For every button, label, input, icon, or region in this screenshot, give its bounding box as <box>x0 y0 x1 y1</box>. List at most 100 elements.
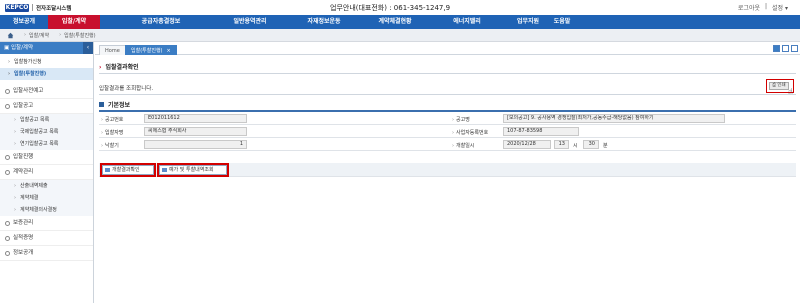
form-row: › 낙찰기 1 › 개찰일시 2020/12/28 13 시 30 분 <box>99 138 796 151</box>
sidebar-child-delayed-notice[interactable]: › 연기입찰공고 목록 <box>0 138 93 150</box>
sidebar-group-label: 보증관리 <box>13 220 34 226</box>
sidebar-title-icon: ▣ <box>4 45 11 51</box>
hour-unit: 시 <box>573 143 578 149</box>
sidebar-group-label: 정보공개 <box>13 250 34 256</box>
tab-home[interactable]: Home <box>99 45 126 55</box>
main-nav: 정보공개 입찰/계약 공급자총결정보 일반용역관리 자재정보운동 계약체결현황 … <box>0 15 800 29</box>
bullet-icon: › <box>8 59 10 65</box>
open-date-field: 2020/12/28 <box>503 140 551 149</box>
nav-item-help[interactable]: 도움말 <box>542 15 582 29</box>
nav-item-info[interactable]: 정보공개 <box>0 15 48 29</box>
sidebar-child-label: 산출내역제출 <box>20 183 48 189</box>
breadcrumb-separator-icon: › <box>24 32 26 38</box>
action-bar: 개찰결과확인 예가 및 투찰내역조회 <box>99 163 796 177</box>
close-icon[interactable]: × <box>167 48 171 54</box>
sidebar-child-contract-decision[interactable]: › 계약체결의사결정 <box>0 204 93 216</box>
sidebar-group-label: 입찰사전예고 <box>13 88 44 94</box>
bullet-icon: › <box>14 117 16 123</box>
nav-item-contract-status[interactable]: 계약체결현황 <box>370 15 420 29</box>
sidebar-group-progress[interactable]: 입찰진행 <box>0 150 93 165</box>
group-icon <box>5 89 10 94</box>
sidebar-item-label: 입찰(투찰진행) <box>14 71 47 77</box>
sidebar-group-pre-notice[interactable]: 입찰사전예고 <box>0 84 93 99</box>
group-icon <box>5 155 10 160</box>
sidebar-header: ▣ 입찰/계약 ‹ <box>0 42 93 54</box>
nav-item-energy-valley[interactable]: 에너지밸리 <box>420 15 514 29</box>
sidebar-child-contract-sign[interactable]: › 계약체결 <box>0 192 93 204</box>
section-marker-icon <box>99 102 104 107</box>
sidebar-notice-children: › 입찰공고 목록 › 국제입찰공고 목록 › 연기입찰공고 목록 <box>0 114 93 150</box>
layout-full-icon[interactable] <box>791 45 798 52</box>
notice-name-label: › 공고명 <box>452 117 470 123</box>
sidebar-item-bid-progress[interactable]: › 입찰(투찰진행) <box>0 68 93 80</box>
sidebar-item-bid-apply[interactable]: › 입찰참가신청 <box>0 56 93 68</box>
sidebar-group-guarantee[interactable]: 보증관리 <box>0 216 93 231</box>
sidebar-group-notice[interactable]: 입찰공고 <box>0 99 93 114</box>
group-icon <box>5 251 10 256</box>
nav-item-material[interactable]: 자재정보운동 <box>278 15 370 29</box>
highlight-box <box>157 163 229 177</box>
nav-item-support[interactable]: 업무지원 <box>514 15 542 29</box>
sidebar-group-performance[interactable]: 실적증명 <box>0 231 93 246</box>
group-icon <box>5 170 10 175</box>
nav-item-supplier[interactable]: 공급자총결정보 <box>100 15 222 29</box>
settings-link[interactable]: 설정 ▾ <box>772 3 788 12</box>
nav-item-service[interactable]: 일반용역관리 <box>222 15 278 29</box>
sidebar-child-cost-submit[interactable]: › 산출내역제출 <box>0 180 93 192</box>
sidebar-child-intl-notice[interactable]: › 국제입찰공고 목록 <box>0 126 93 138</box>
utility-divider: | <box>765 3 768 10</box>
sidebar-child-label: 입찰공고 목록 <box>20 117 50 123</box>
bidder-field: 씨에스협 주식회사 <box>144 127 247 136</box>
layout-split-icon[interactable] <box>782 45 789 52</box>
section-title-text: 기본정보 <box>108 102 131 109</box>
breadcrumb-item[interactable]: 입찰/계약 <box>29 32 49 39</box>
page-title: › 입찰결과확인 <box>99 62 139 71</box>
open-datetime-label: › 개찰일시 <box>452 143 475 149</box>
sidebar-child-label: 국제입찰공고 목록 <box>20 129 59 135</box>
tab-bar: Home 입찰(투찰진행) × <box>95 42 800 55</box>
sidebar-group-contract[interactable]: 계약관리 <box>0 165 93 180</box>
bullet-icon: › <box>8 71 11 77</box>
top-bar: KEPCO 전자조달시스템 업무안내(대표전화) : 061-345-1247,… <box>0 0 800 15</box>
round-field: 1 <box>144 140 247 149</box>
nav-item-bid-contract[interactable]: 입찰/계약 <box>48 15 100 29</box>
group-icon <box>5 104 10 109</box>
sidebar-contract-children: › 산출내역제출 › 계약체결 › 계약체결의사결정 <box>0 180 93 216</box>
sidebar-group-label: 입찰공고 <box>13 103 34 109</box>
sidebar-child-notice-list[interactable]: › 입찰공고 목록 <box>0 114 93 126</box>
minute-unit: 분 <box>603 143 608 149</box>
sidebar-child-label: 연기입찰공고 목록 <box>20 141 59 147</box>
form-row: › 입찰자명 씨에스협 주식회사 › 사업자등록번호 107-87-83598 <box>99 125 796 138</box>
breadcrumb-item[interactable]: 입찰(투찰진행) <box>64 32 96 39</box>
kepco-logo: KEPCO <box>5 3 29 12</box>
logo[interactable]: KEPCO 전자조달시스템 <box>5 3 71 12</box>
layout-left-icon[interactable] <box>773 45 780 52</box>
top-utilities: 로그아웃 | 설정 ▾ <box>738 3 788 12</box>
sidebar-group-label: 입찰진행 <box>13 154 34 160</box>
form-row: › 공고번호 E012011612 › 공고명 [모의공고] 9. 공사용역 경쟁입… <box>99 112 796 125</box>
bullet-icon: › <box>14 207 16 213</box>
divider <box>99 94 796 95</box>
sidebar-item-label: 입찰참가신청 <box>14 59 42 65</box>
open-min-field: 30 <box>583 140 599 149</box>
bullet-icon: › <box>14 183 16 189</box>
bullet-icon: › <box>14 141 16 147</box>
tab-label: 입찰(투찰진행) <box>131 48 163 54</box>
page-title-text: 입찰결과확인 <box>105 64 139 71</box>
hotline-text: 업무안내(대표전화) : 061-345-1247,9 <box>330 4 451 12</box>
logout-link[interactable]: 로그아웃 <box>738 3 760 12</box>
breadcrumb-separator-icon: › <box>59 32 62 38</box>
notice-no-label: › 공고번호 <box>101 117 124 123</box>
system-name: 전자조달시스템 <box>36 5 72 12</box>
sidebar-collapse-button[interactable]: ‹ <box>83 42 93 54</box>
basic-info-form: › 공고번호 E012011612 › 공고명 [모의공고] 9. 공사용역 경쟁입… <box>99 110 796 151</box>
tab-bid-progress[interactable]: 입찰(투찰진행) × <box>125 45 177 55</box>
notice-name-field: [모의공고] 9. 공사용역 경쟁입찰(최저가,공동수급-해당없음) 참여하기 <box>503 114 725 123</box>
home-icon[interactable] <box>7 32 14 39</box>
highlight-box <box>100 163 156 177</box>
bullet-icon: › <box>14 129 16 135</box>
sidebar-group-label: 계약관리 <box>13 169 34 175</box>
sidebar-group-info[interactable]: 정보공개 <box>0 246 93 261</box>
round-label: › 낙찰기 <box>101 143 119 149</box>
bullet-icon: › <box>14 195 16 201</box>
